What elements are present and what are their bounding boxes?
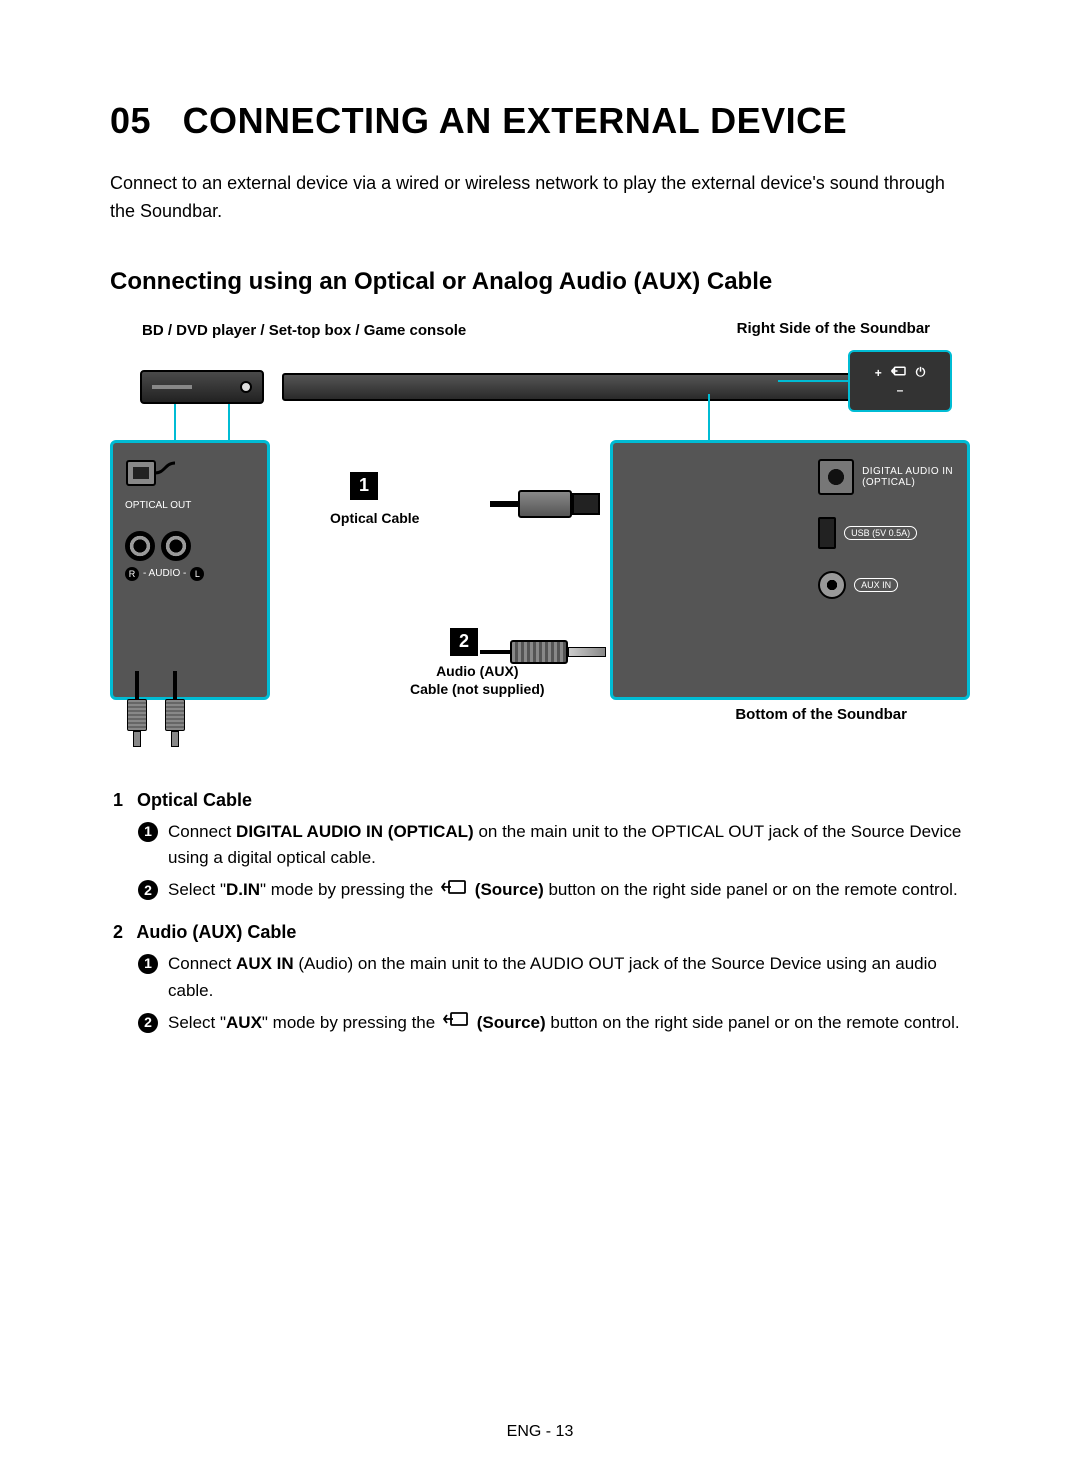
- chapter-heading: CONNECTING AN EXTERNAL DEVICE: [183, 100, 848, 141]
- soundbar-side-panel: + ⏻ –: [848, 350, 952, 412]
- step-text: Select "AUX" mode by pressing the (Sourc…: [168, 1010, 960, 1037]
- digital-audio-in-port-icon: [818, 459, 854, 495]
- source-button-icon: [441, 878, 467, 904]
- audio-rl-label: R - AUDIO - L: [125, 567, 255, 581]
- step-text: Connect DIGITAL AUDIO IN (OPTICAL) on th…: [168, 819, 970, 872]
- callout-marker-1: 1: [350, 472, 378, 500]
- aux-cable-label: Audio (AUX) Cable (not supplied): [410, 662, 545, 698]
- step-item: 2 Select "AUX" mode by pressing the (Sou…: [138, 1010, 970, 1037]
- power-icon: ⏻: [916, 365, 926, 380]
- source-device-panel: OPTICAL OUT R - AUDIO - L: [110, 440, 270, 700]
- volume-plus-icon: +: [875, 366, 882, 380]
- soundbar-bottom-panel: DIGITAL AUDIO IN (OPTICAL) USB (5V 0.5A)…: [610, 440, 970, 700]
- aux-cable-icon: [480, 640, 620, 664]
- source-icon: [890, 364, 908, 381]
- bottom-caption: Bottom of the Soundbar: [735, 706, 907, 723]
- source-device-label: BD / DVD player / Set-top box / Game con…: [142, 320, 466, 341]
- instruction-heading: 1 Optical Cable: [110, 790, 970, 811]
- callout-marker-2: 2: [450, 628, 478, 656]
- optical-out-label: OPTICAL OUT: [125, 500, 255, 511]
- chapter-number: 05: [110, 100, 151, 141]
- instruction-block-1: 1 Optical Cable 1 Connect DIGITAL AUDIO …: [110, 790, 970, 904]
- step-bullet-icon: 1: [138, 822, 158, 842]
- instruction-block-2: 2 Audio (AUX) Cable 1 Connect AUX IN (Au…: [110, 922, 970, 1036]
- digital-audio-in-label: DIGITAL AUDIO IN: [862, 466, 953, 477]
- leader-line: [778, 380, 848, 382]
- step-text: Select "D.IN" mode by pressing the (Sour…: [168, 877, 958, 904]
- audio-port-icon: [125, 531, 155, 561]
- manual-page: 05 CONNECTING AN EXTERNAL DEVICE Connect…: [0, 0, 1080, 1479]
- bd-dvd-player-icon: [140, 370, 264, 404]
- usb-port-icon: [818, 517, 836, 549]
- leader-line: [174, 404, 176, 440]
- device-row: [140, 370, 940, 404]
- aux-in-port-icon: [818, 571, 846, 599]
- intro-paragraph: Connect to an external device via a wire…: [110, 170, 970, 226]
- step-bullet-icon: 1: [138, 954, 158, 974]
- usb-label: USB (5V 0.5A): [844, 526, 917, 540]
- digital-audio-in-sub: (OPTICAL): [862, 477, 953, 488]
- leader-line: [228, 404, 230, 440]
- source-button-icon: [443, 1010, 469, 1036]
- step-item: 1 Connect DIGITAL AUDIO IN (OPTICAL) on …: [138, 819, 970, 872]
- panels-row: OPTICAL OUT R - AUDIO - L 1: [110, 440, 970, 700]
- page-footer: ENG - 13: [0, 1423, 1080, 1441]
- audio-port-icon: [161, 531, 191, 561]
- audio-ports: [125, 531, 255, 561]
- soundbar-icon: [282, 373, 940, 401]
- aux-plugs-icon: [127, 671, 185, 747]
- right-side-label: Right Side of the Soundbar: [737, 320, 930, 337]
- step-item: 2 Select "D.IN" mode by pressing the (So…: [138, 877, 970, 904]
- aux-in-label: AUX IN: [854, 578, 898, 592]
- step-item: 1 Connect AUX IN (Audio) on the main uni…: [138, 951, 970, 1004]
- volume-minus-icon: –: [897, 383, 904, 397]
- instruction-heading: 2 Audio (AUX) Cable: [110, 922, 970, 943]
- connection-diagram: BD / DVD player / Set-top box / Game con…: [110, 320, 970, 760]
- step-bullet-icon: 2: [138, 880, 158, 900]
- leader-line: [708, 394, 710, 440]
- section-title: Connecting using an Optical or Analog Au…: [110, 268, 970, 296]
- optical-cable-label: Optical Cable: [330, 510, 419, 526]
- step-bullet-icon: 2: [138, 1013, 158, 1033]
- chapter-title: 05 CONNECTING AN EXTERNAL DEVICE: [110, 100, 970, 142]
- cable-middle-area: 1 Optical Cable 2 Audio (AUX) Cable (not…: [270, 440, 610, 700]
- optical-connector-icon: [125, 455, 255, 496]
- optical-cable-icon: [490, 490, 600, 518]
- step-text: Connect AUX IN (Audio) on the main unit …: [168, 951, 970, 1004]
